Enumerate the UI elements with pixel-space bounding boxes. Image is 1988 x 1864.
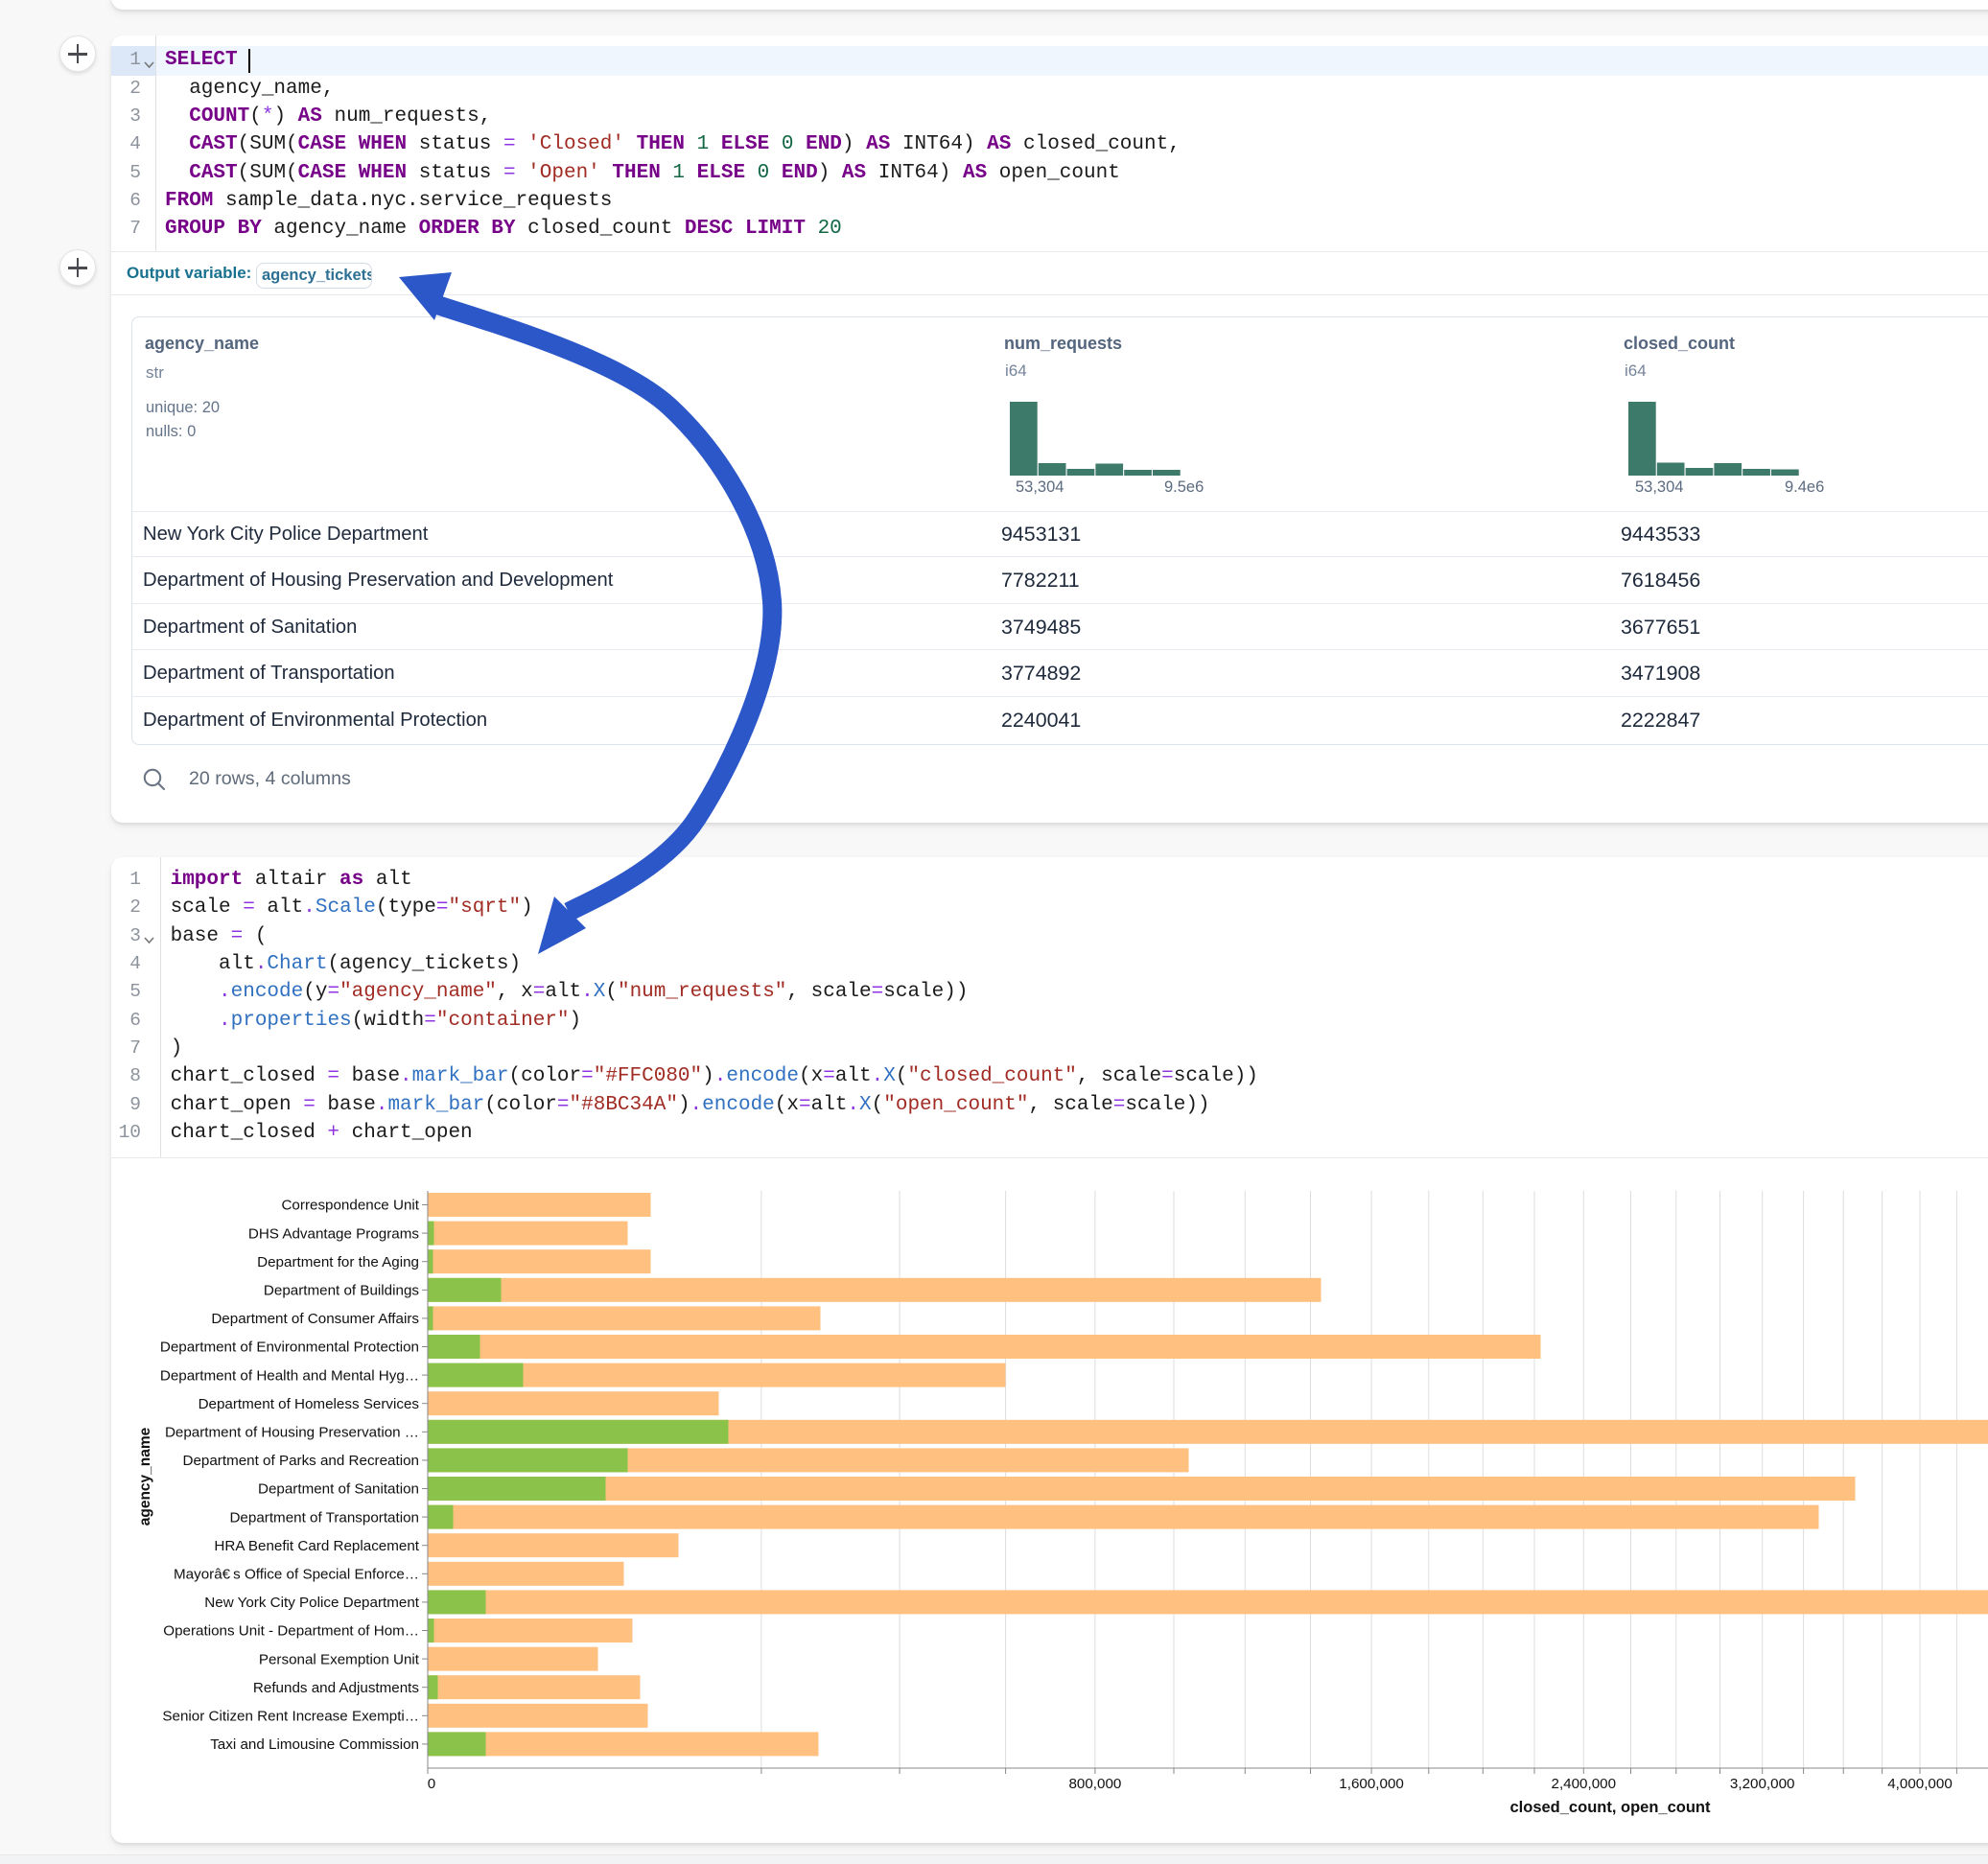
svg-text:Taxi and Limousine Commission: Taxi and Limousine Commission xyxy=(210,1736,419,1753)
svg-text:4,000,000: 4,000,000 xyxy=(1887,1776,1953,1792)
svg-text:Department of Health and Menta: Department of Health and Mental Hyg… xyxy=(160,1367,419,1384)
svg-text:Department of Consumer Affairs: Department of Consumer Affairs xyxy=(211,1311,419,1327)
svg-text:0: 0 xyxy=(428,1776,435,1792)
svg-text:3,200,000: 3,200,000 xyxy=(1730,1776,1795,1792)
svg-text:Department of Transportation: Department of Transportation xyxy=(229,1509,419,1526)
svg-text:Department of Homeless Service: Department of Homeless Services xyxy=(199,1396,420,1412)
svg-text:800,000: 800,000 xyxy=(1068,1776,1121,1792)
svg-text:agency_name: agency_name xyxy=(137,1427,153,1526)
svg-text:DHS Advantage Programs: DHS Advantage Programs xyxy=(248,1225,420,1242)
svg-text:Department of Environmental Pr: Department of Environmental Protection xyxy=(160,1340,419,1356)
svg-text:Department of Housing Preserva: Department of Housing Preservation … xyxy=(165,1425,419,1441)
svg-text:1,600,000: 1,600,000 xyxy=(1339,1776,1404,1792)
svg-text:HRA Benefit Card Replacement: HRA Benefit Card Replacement xyxy=(214,1538,419,1554)
svg-text:Refunds and Adjustments: Refunds and Adjustments xyxy=(253,1680,419,1696)
svg-text:Department of Sanitation: Department of Sanitation xyxy=(258,1481,419,1498)
svg-text:Personal Exemption Unit: Personal Exemption Unit xyxy=(259,1651,420,1667)
svg-text:Department of Parks and Recrea: Department of Parks and Recreation xyxy=(182,1453,419,1469)
svg-text:Operations Unit - Department o: Operations Unit - Department of Hom… xyxy=(163,1623,419,1640)
svg-text:Correspondence Unit: Correspondence Unit xyxy=(281,1198,419,1214)
svg-text:2,400,000: 2,400,000 xyxy=(1552,1776,1617,1792)
svg-text:Department for the Aging: Department for the Aging xyxy=(257,1254,419,1270)
svg-text:Mayorâ€ s Office of Special En: Mayorâ€ s Office of Special Enforce… xyxy=(174,1567,419,1583)
svg-text:New York City Police Departmen: New York City Police Department xyxy=(204,1595,419,1611)
svg-text:Department of Buildings: Department of Buildings xyxy=(264,1283,419,1299)
svg-text:Senior Citizen Rent Increase E: Senior Citizen Rent Increase Exempti… xyxy=(162,1709,419,1725)
svg-text:closed_count, open_count: closed_count, open_count xyxy=(1509,1799,1711,1816)
